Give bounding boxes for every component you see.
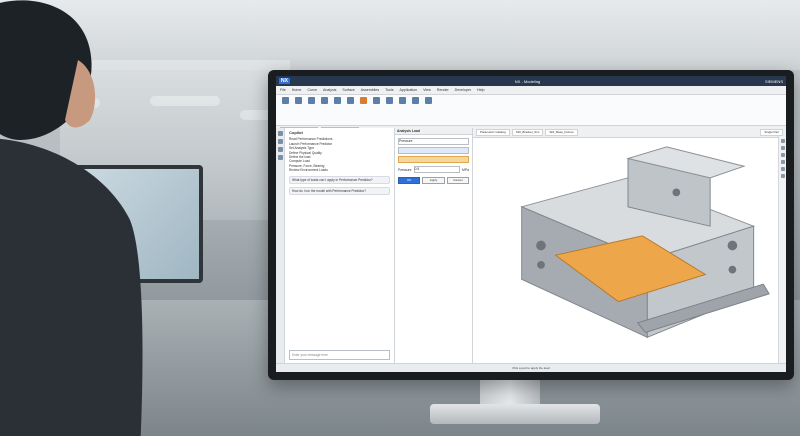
dialog-title: Analysis Load [395,128,472,135]
workspace: Copilot Read Performance Predictions Lau… [276,128,786,364]
mount-hole [537,260,545,269]
ribbon-button[interactable] [345,97,355,113]
graphics-viewport[interactable]: Parametric Catalog SDI_Bracket_Sim SDI_B… [473,128,786,364]
copilot-chat-input[interactable]: Enter your message here [289,350,390,360]
tool-icon [333,97,341,104]
ribbon-button[interactable] [332,97,342,113]
tab-base-fixture[interactable]: SDI_Base_Fixture [545,129,578,136]
ok-button[interactable]: OK [398,177,421,184]
person-silhouette [0,0,143,436]
view-toolbar [778,136,786,364]
tab-parametric-catalog[interactable]: Parametric Catalog [476,129,510,136]
ribbon-button[interactable] [358,97,368,113]
settings-icon[interactable] [277,155,283,160]
tool-icon [372,97,380,104]
tool-icon [294,97,302,104]
copilot-panel: Copilot Read Performance Predictions Lau… [285,128,395,364]
navigator-icon[interactable] [277,131,283,136]
tool-icon [411,97,419,104]
nx-logo: NX [279,78,290,84]
fit-view-icon[interactable] [780,139,785,143]
tool-icon [398,97,406,104]
orient-icon[interactable] [780,174,785,178]
rotate-icon[interactable] [780,146,785,150]
window-title: NX - Modeling [514,78,541,84]
menu-tools[interactable]: Tools [385,88,393,92]
mount-hole [728,265,737,274]
ribbon-button[interactable] [371,97,381,113]
pressure-row: Pressure 0.5 MPa [398,166,469,173]
ribbon-button[interactable] [410,97,420,113]
tool-icon [281,97,289,104]
ribbon-button[interactable] [319,97,329,113]
nx-application-screen: NX NX - Modeling SIEMENS File Home Curve… [276,76,786,372]
menu-surface[interactable]: Surface [342,88,354,92]
brand-label: SIEMENS [764,78,783,84]
office-scene: NX NX - Modeling SIEMENS File Home Curve… [0,0,800,436]
monitor-stand-base [430,404,600,424]
zoom-icon[interactable] [780,160,785,164]
menu-render[interactable]: Render [437,88,449,92]
menu-curve[interactable]: Curve [307,88,317,92]
tab-bracket-sim[interactable]: SDI_Bracket_Sim [511,129,544,136]
copilot-icon[interactable] [277,139,283,144]
menu-file[interactable]: File [280,88,286,92]
pan-icon[interactable] [780,153,785,157]
tool-icon [346,97,354,104]
render-style-icon[interactable] [780,167,785,171]
tool-icon [424,97,432,104]
apply-button[interactable]: Apply [422,177,445,184]
ribbon-button[interactable] [384,97,394,113]
document-tabs: Parametric Catalog SDI_Bracket_Sim SDI_B… [473,128,786,138]
menu-application[interactable]: Application [400,88,418,92]
mount-hole [536,240,546,251]
selected-face-field[interactable] [398,156,469,163]
ribbon-button[interactable] [306,97,316,113]
menu-bar: File Home Curve Analysis Surface Assembl… [276,86,786,95]
cad-fixture-model[interactable] [483,138,773,353]
load-name-field[interactable] [398,147,469,154]
ribbon-button[interactable] [397,97,407,113]
tool-icon [320,97,328,104]
ribbon [276,95,786,126]
menu-view[interactable]: View [423,88,431,92]
analysis-load-dialog: Analysis Load Pressure Pressure 0.5 MPa … [395,128,473,364]
menu-analysis[interactable]: Analysis [323,88,336,92]
tool-icon [385,97,393,104]
history-icon[interactable] [277,147,283,152]
pressure-unit[interactable]: MPa [462,168,469,172]
title-bar: NX NX - Modeling SIEMENS [276,76,786,86]
load-type-dropdown[interactable]: Pressure [398,138,469,145]
menu-home[interactable]: Home [292,88,302,92]
tool-icon [359,97,367,104]
mount-hole [727,240,738,251]
copilot-suggestion[interactable]: What type of loads can I apply in Perfor… [289,175,390,185]
menu-help[interactable]: Help [477,88,484,92]
copilot-title: Copilot [289,130,303,135]
resource-bar [276,128,285,364]
person-shoulder [0,138,143,436]
copilot-suggestion[interactable]: How do I run the model with Performance … [289,187,390,196]
selection-filter-label[interactable]: Single Part [760,129,783,136]
tool-icon [307,97,315,104]
monitor: NX NX - Modeling SIEMENS File Home Curve… [268,70,794,380]
dialog-buttons: OK Apply Cancel [398,177,469,184]
ribbon-button[interactable] [280,97,290,113]
pressure-value-input[interactable]: 0.5 [413,166,461,173]
ribbon-button[interactable] [293,97,303,113]
copilot-step: Review Environment Loads [289,168,328,173]
cancel-button[interactable]: Cancel [446,177,469,184]
menu-assemblies[interactable]: Assemblies [361,88,379,92]
pressure-label: Pressure [398,167,412,172]
status-bar: Pick a part to apply the load [276,363,786,372]
menu-developer[interactable]: Developer [455,88,471,92]
mount-hole [672,188,681,197]
ribbon-button[interactable] [423,97,433,113]
